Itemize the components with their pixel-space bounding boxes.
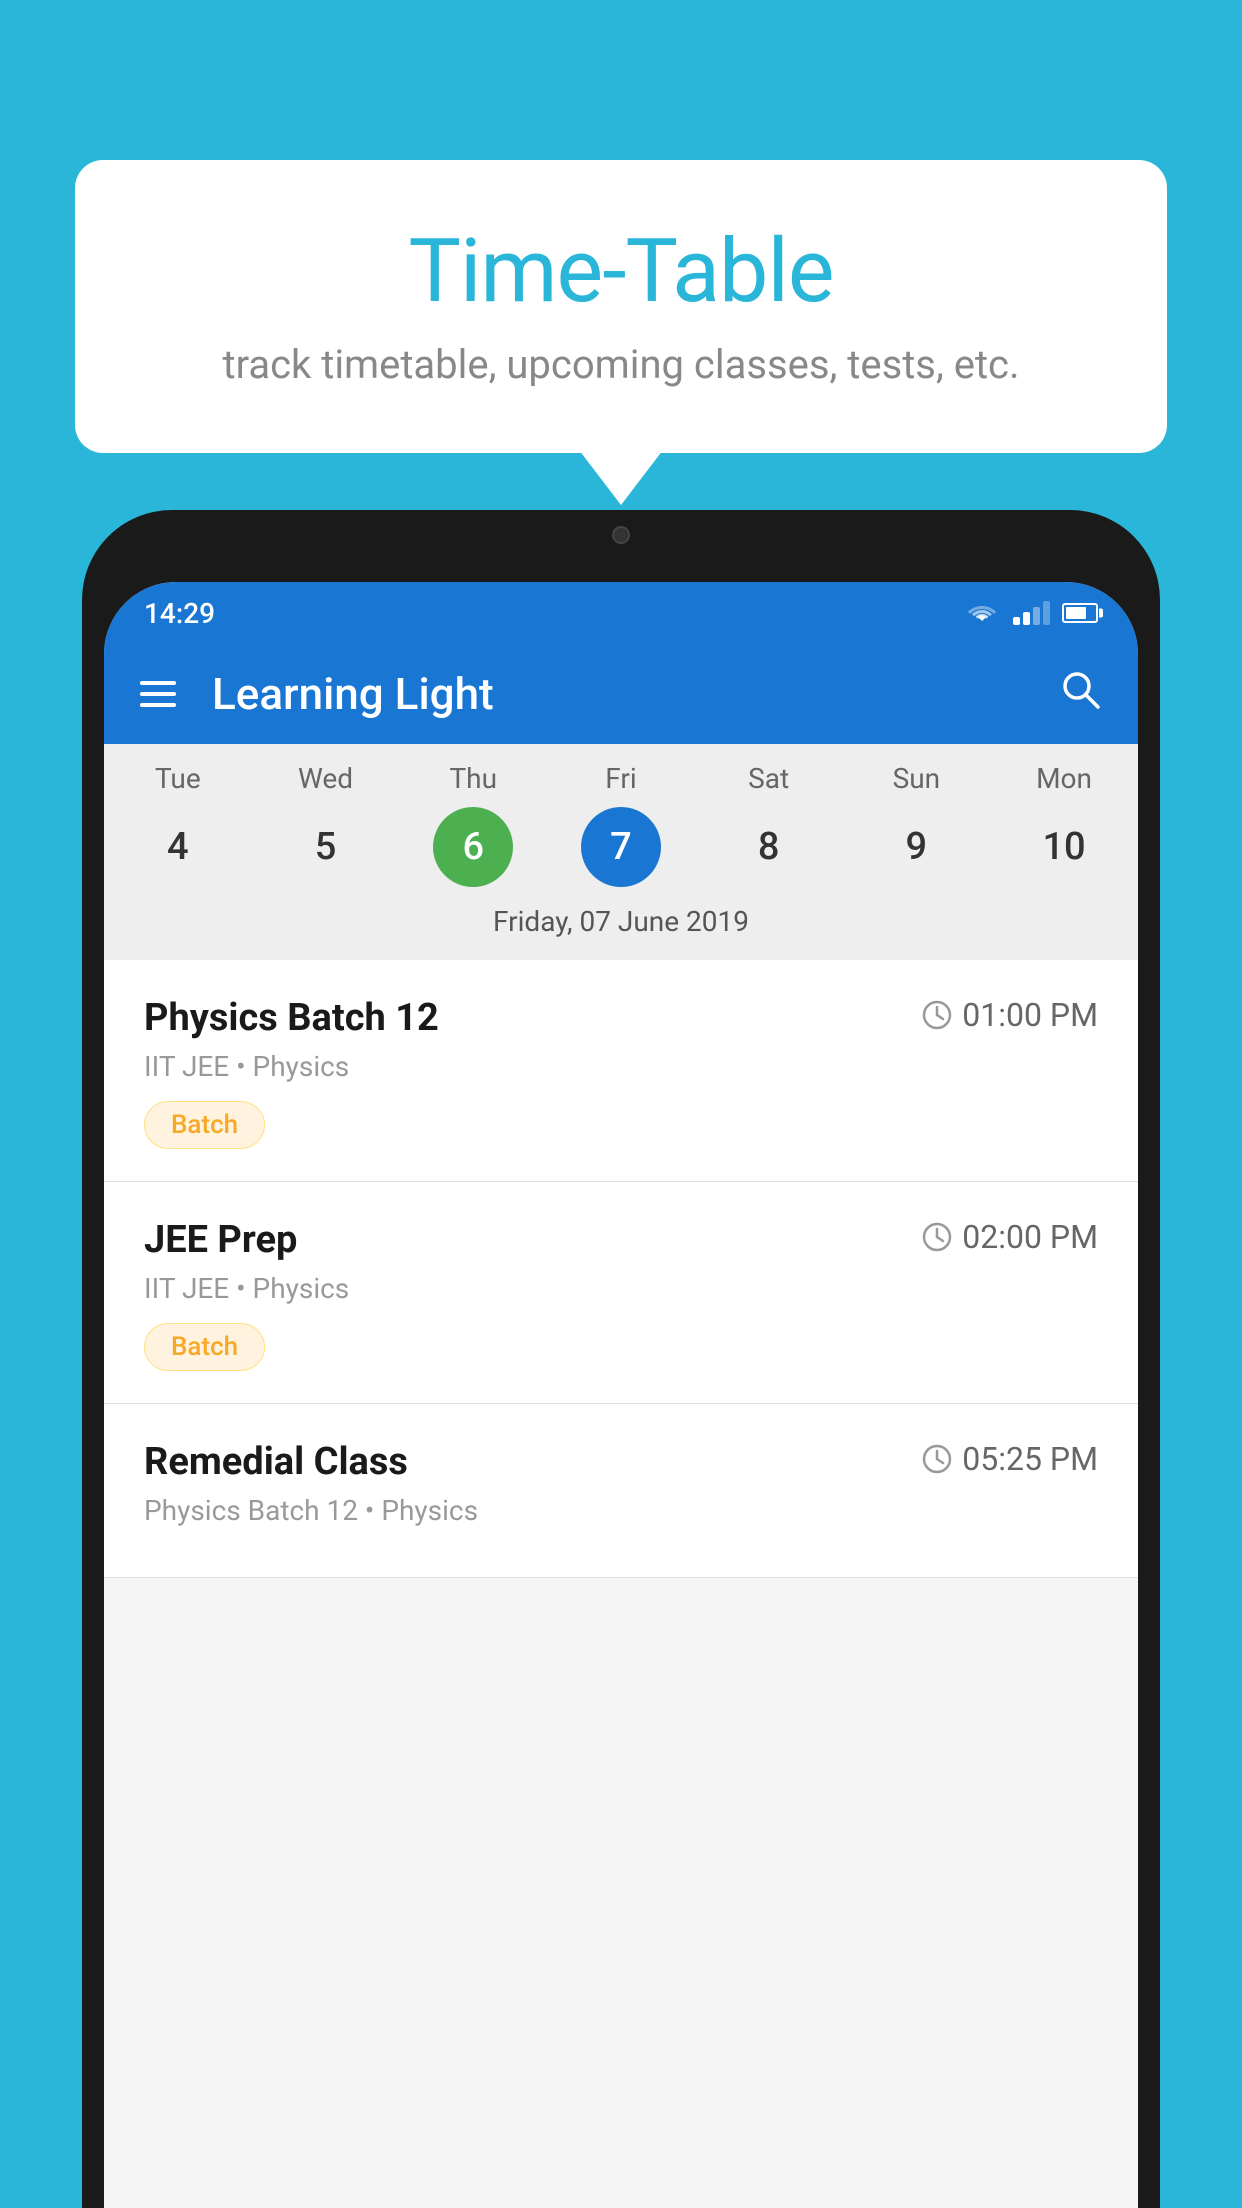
day-name-sat: Sat xyxy=(729,762,809,795)
day-number-9[interactable]: 9 xyxy=(876,807,956,887)
day-number-7[interactable]: 7 xyxy=(581,807,661,887)
day-name-thu: Thu xyxy=(433,762,513,795)
class-name: JEE Prep xyxy=(144,1218,297,1262)
app-subtitle-bubble: track timetable, upcoming classes, tests… xyxy=(155,341,1087,388)
class-name: Remedial Class xyxy=(144,1440,408,1484)
day-number-10[interactable]: 10 xyxy=(1024,807,1104,887)
day-number-4[interactable]: 4 xyxy=(138,807,218,887)
day-number-6[interactable]: 6 xyxy=(433,807,513,887)
day-name-wed: Wed xyxy=(286,762,366,795)
selected-date: Friday, 07 June 2019 xyxy=(104,905,1138,948)
schedule-item-2[interactable]: Remedial Class 05:25 PM Physics Batch 12… xyxy=(104,1404,1138,1578)
app-bar: Learning Light xyxy=(104,644,1138,744)
class-time: 02:00 PM xyxy=(922,1218,1098,1256)
class-time: 01:00 PM xyxy=(922,996,1098,1034)
schedule-item-1[interactable]: JEE Prep 02:00 PM IIT JEE • Physics Batc… xyxy=(104,1182,1138,1404)
clock-icon xyxy=(922,1222,952,1252)
day-name-sun: Sun xyxy=(876,762,956,795)
status-bar: 14:29 xyxy=(104,582,1138,644)
front-camera xyxy=(612,526,630,544)
app-bar-title: Learning Light xyxy=(212,668,1058,720)
phone-screen: 14:29 xyxy=(104,582,1138,2208)
class-name: Physics Batch 12 xyxy=(144,996,439,1040)
status-bar-icons xyxy=(963,599,1098,627)
clock-icon xyxy=(922,1000,952,1030)
battery-icon xyxy=(1062,603,1098,623)
status-time: 14:29 xyxy=(144,597,215,630)
day-number-8[interactable]: 8 xyxy=(729,807,809,887)
batch-tag: Batch xyxy=(144,1101,265,1149)
speech-bubble: Time-Table track timetable, upcoming cla… xyxy=(75,160,1167,453)
class-time: 05:25 PM xyxy=(922,1440,1098,1478)
wifi-icon xyxy=(963,599,1001,627)
class-meta: IIT JEE • Physics xyxy=(144,1050,1098,1083)
day-name-mon: Mon xyxy=(1024,762,1104,795)
speech-bubble-container: Time-Table track timetable, upcoming cla… xyxy=(75,160,1167,453)
app-title-bubble: Time-Table xyxy=(155,220,1087,323)
hamburger-menu-icon[interactable] xyxy=(140,681,176,707)
phone-frame: 14:29 xyxy=(82,510,1160,2208)
schedule-item-header: JEE Prep 02:00 PM xyxy=(144,1218,1098,1262)
day-name-tue: Tue xyxy=(138,762,218,795)
phone-notch xyxy=(561,510,681,560)
day-number-5[interactable]: 5 xyxy=(286,807,366,887)
battery-fill xyxy=(1066,607,1086,619)
schedule-item-0[interactable]: Physics Batch 12 01:00 PM IIT JEE • Phys… xyxy=(104,960,1138,1182)
clock-icon xyxy=(922,1444,952,1474)
class-meta: Physics Batch 12 • Physics xyxy=(144,1494,1098,1527)
schedule-item-header: Physics Batch 12 01:00 PM xyxy=(144,996,1098,1040)
class-meta: IIT JEE • Physics xyxy=(144,1272,1098,1305)
search-icon[interactable] xyxy=(1058,667,1102,722)
signal-icon xyxy=(1013,601,1050,625)
day-name-fri: Fri xyxy=(581,762,661,795)
batch-tag: Batch xyxy=(144,1323,265,1371)
day-names-row: Tue Wed Thu Fri Sat Sun Mon xyxy=(104,762,1138,795)
schedule-item-header: Remedial Class 05:25 PM xyxy=(144,1440,1098,1484)
day-numbers-row[interactable]: 456789 10 xyxy=(104,807,1138,887)
schedule-list: Physics Batch 12 01:00 PM IIT JEE • Phys… xyxy=(104,960,1138,1578)
calendar-strip: Tue Wed Thu Fri Sat Sun Mon 456789 10 Friday, 0… xyxy=(104,744,1138,960)
